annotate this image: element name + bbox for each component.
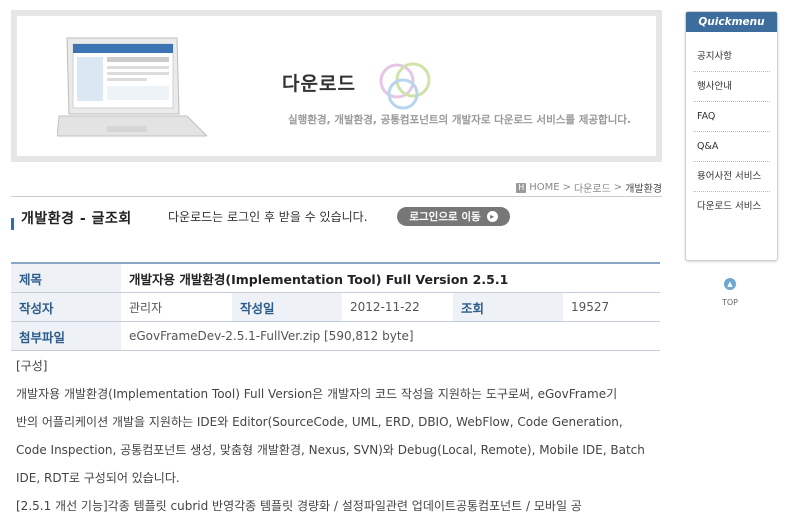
banner-inner: 다운로드 실행환경, 개발환경, 공통컴포넌트의 개발자로 다운로드 서비스를 …	[17, 16, 656, 156]
divider	[11, 196, 662, 197]
breadcrumb-item-download[interactable]: 다운로드	[574, 180, 611, 195]
table-row: 첨부파일 eGovFrameDev-2.5.1-FullVer.zip [590…	[11, 321, 660, 351]
breadcrumb-current: 개발환경	[625, 184, 662, 195]
title-marker	[11, 218, 14, 230]
decorative-rings	[379, 62, 431, 110]
quickmenu-item-glossary[interactable]: 용어사전 서비스	[693, 162, 770, 192]
banner-subtitle: 실행환경, 개발환경, 공통컴포넌트의 개발자로 다운로드 서비스를 제공합니다…	[288, 114, 632, 126]
content-line: 반의 어플리케이션 개발을 지원하는 IDE와 Editor(SourceCod…	[16, 415, 623, 429]
breadcrumb-separator: >	[613, 182, 623, 193]
attachment-link[interactable]: eGovFrameDev-2.5.1-FullVer.zip [590,812 …	[121, 321, 660, 351]
views-label: 조회	[453, 292, 563, 322]
arrow-up-icon: ▲	[724, 278, 736, 290]
quickmenu-item-qna[interactable]: Q&A	[693, 132, 770, 162]
table-row: 작성자 관리자 작성일 2012-11-22 조회 19527	[11, 292, 660, 322]
breadcrumb: H HOME > 다운로드 > 개발환경	[516, 180, 662, 195]
post-title: 개발자용 개발환경(Implementation Tool) Full Vers…	[121, 262, 660, 293]
content-line: [구성]	[16, 359, 48, 373]
top-label: TOP	[721, 298, 738, 307]
arrow-right-icon: ▸	[486, 211, 498, 222]
quickmenu-list: 공지사항 행사안내 FAQ Q&A 용어사전 서비스 다운로드 서비스	[693, 42, 770, 221]
content-line: Code Inspection, 공통컴포넌트 생성, 맞춤형 개발환경, Ne…	[16, 443, 645, 457]
login-note: 다운로드는 로그인 후 받을 수 있습니다.	[168, 210, 368, 224]
title-label: 제목	[11, 262, 121, 293]
table-row: 제목 개발자용 개발환경(Implementation Tool) Full V…	[11, 262, 660, 293]
quickmenu-item-events[interactable]: 행사안내	[693, 72, 770, 102]
post-content: [구성] 개발자용 개발환경(Implementation Tool) Full…	[16, 352, 661, 520]
date-label: 작성일	[232, 292, 342, 322]
content-line: IDE, RDT로 구성되어 있습니다.	[16, 471, 180, 485]
author-label: 작성자	[11, 292, 121, 322]
laptop-illustration	[57, 37, 207, 137]
login-redirect-button[interactable]: 로그인으로 이동 ▸	[397, 207, 510, 226]
quickmenu-title: Quickmenu	[686, 12, 777, 32]
page-title-bar: 개발환경 - 글조회	[11, 206, 132, 230]
page-banner: 다운로드 실행환경, 개발환경, 공통컴포넌트의 개발자로 다운로드 서비스를 …	[11, 10, 662, 162]
breadcrumb-home[interactable]: HOME	[529, 182, 559, 193]
attachment-label: 첨부파일	[11, 321, 121, 351]
post-detail-table: 제목 개발자용 개발환경(Implementation Tool) Full V…	[11, 262, 660, 351]
quickmenu: Quickmenu 공지사항 행사안내 FAQ Q&A 용어사전 서비스 다운로…	[685, 11, 778, 261]
content-line: 개발자용 개발환경(Implementation Tool) Full Vers…	[16, 387, 618, 401]
banner-title: 다운로드	[282, 73, 356, 95]
date-value: 2012-11-22	[342, 292, 453, 322]
quickmenu-item-download[interactable]: 다운로드 서비스	[693, 192, 770, 221]
quickmenu-item-notice[interactable]: 공지사항	[693, 42, 770, 72]
quickmenu-item-faq[interactable]: FAQ	[693, 102, 770, 132]
scroll-top-button[interactable]: ▲ TOP	[718, 278, 742, 309]
login-button-label: 로그인으로 이동	[409, 211, 481, 223]
page-title: 개발환경 - 글조회	[21, 211, 132, 227]
author-value: 관리자	[121, 292, 232, 322]
views-value: 19527	[563, 292, 660, 322]
breadcrumb-separator: >	[562, 182, 571, 193]
home-icon: H	[516, 182, 527, 193]
